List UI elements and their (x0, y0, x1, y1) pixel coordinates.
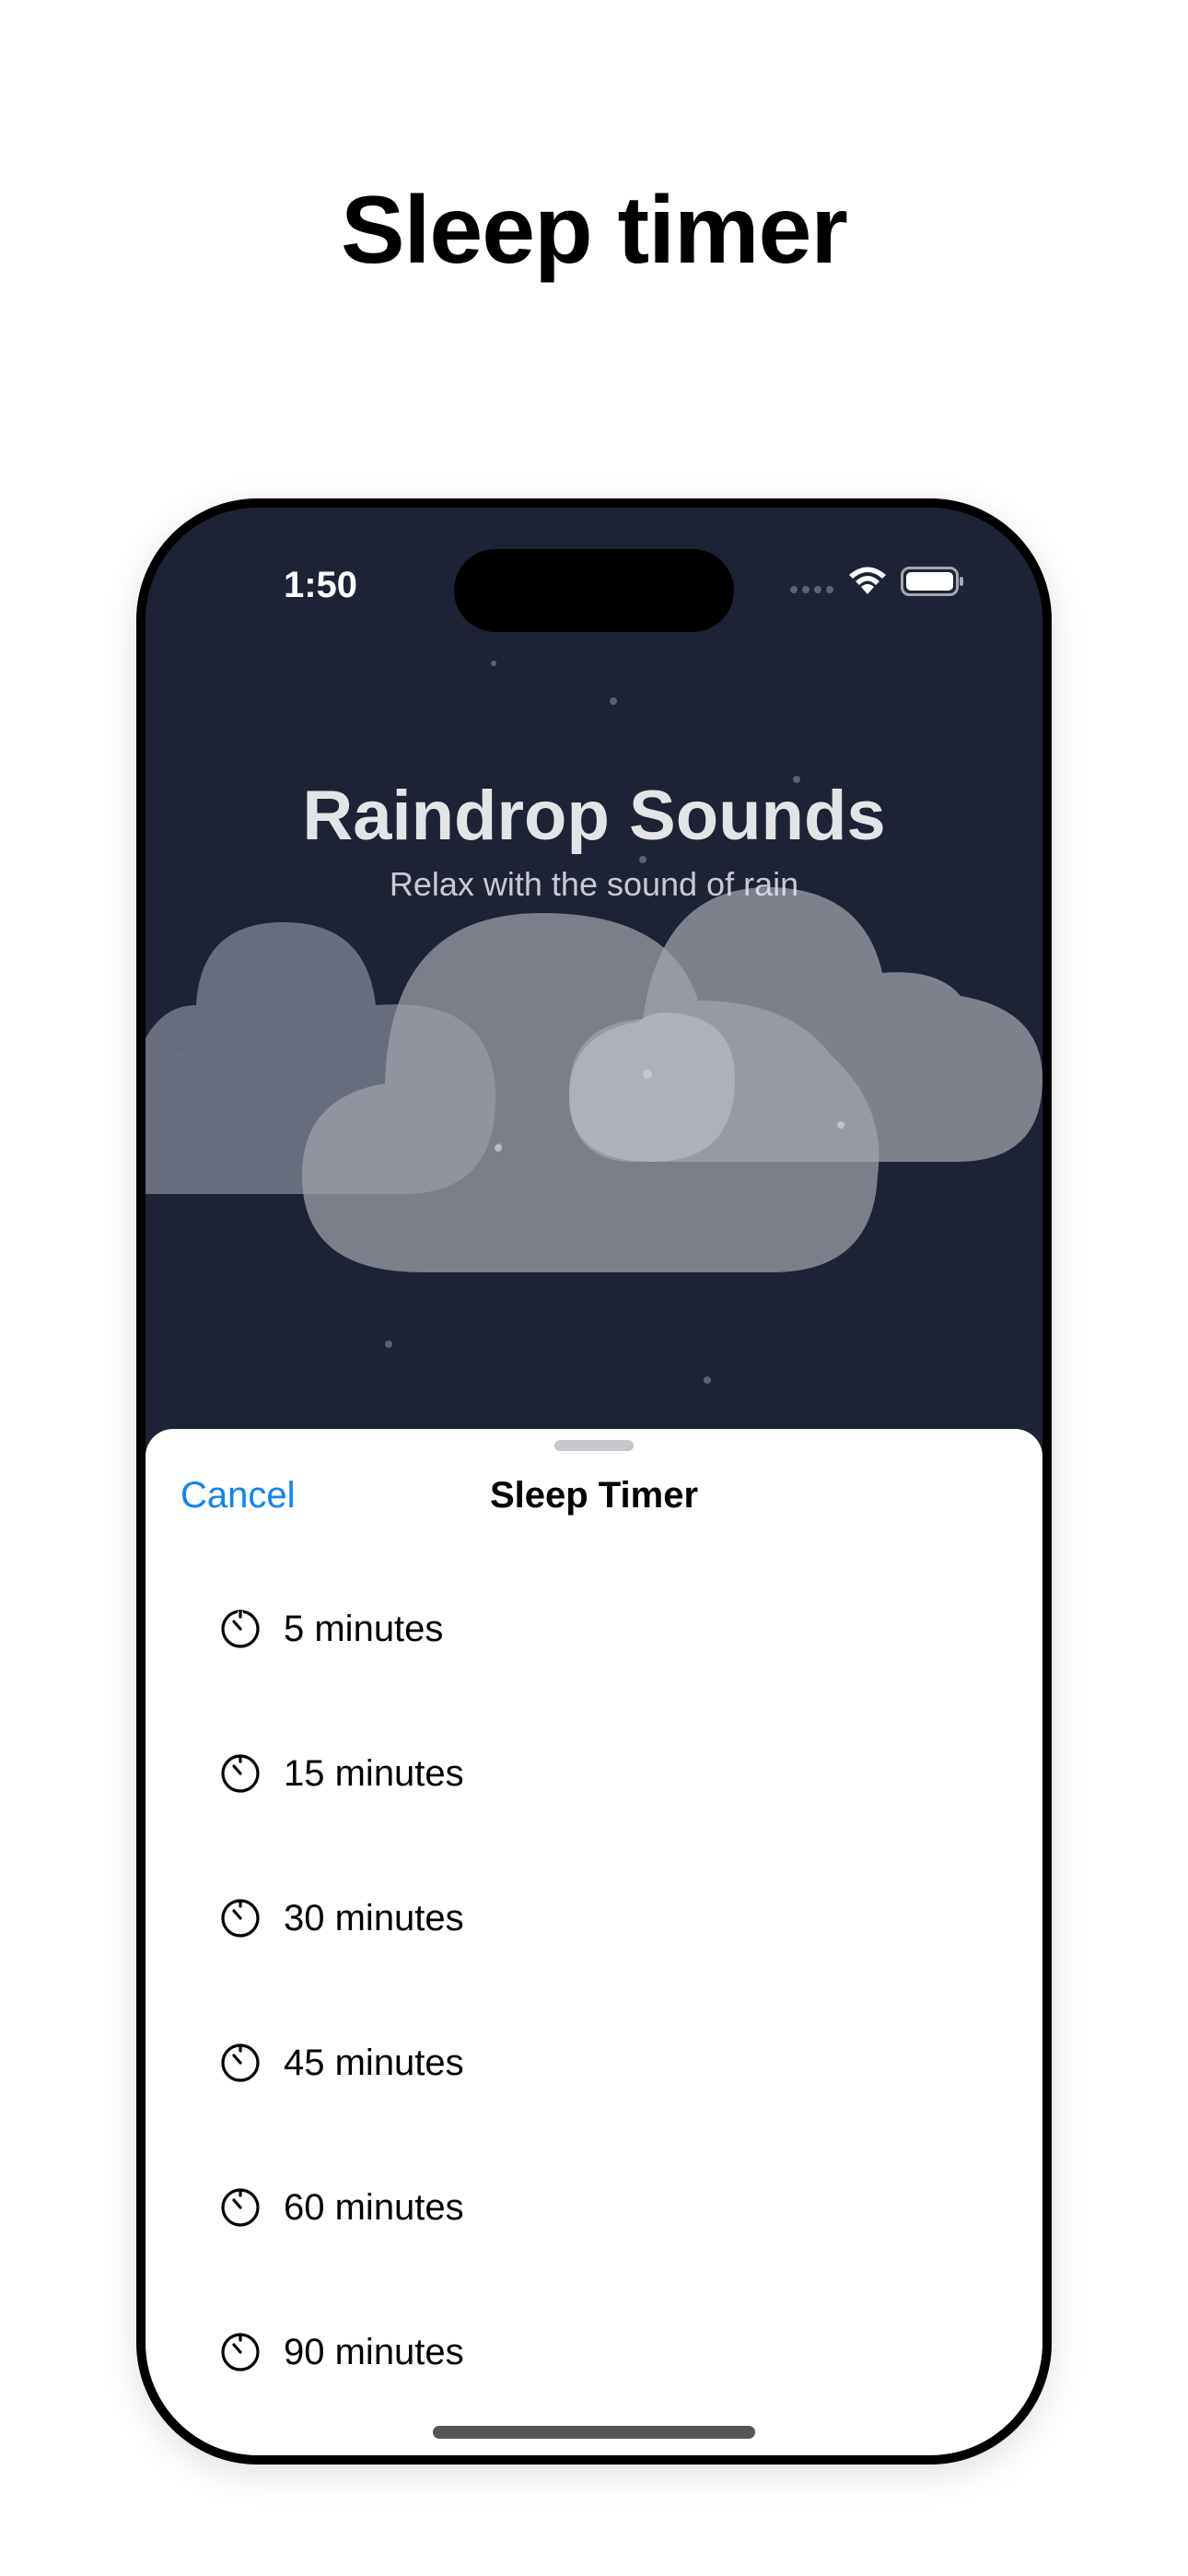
timer-icon (221, 2188, 260, 2227)
timer-option-30-minutes[interactable]: 30 minutes (146, 1893, 1042, 2038)
app-subtitle: Relax with the sound of rain (389, 865, 799, 903)
phone-screen: Raindrop Sounds Relax with the sound of … (146, 508, 1042, 2455)
timer-icon (221, 1610, 260, 1648)
timer-option-60-minutes[interactable]: 60 minutes (146, 2183, 1042, 2327)
option-label: 45 minutes (284, 2043, 464, 2083)
option-label: 60 minutes (284, 2187, 464, 2228)
timer-option-15-minutes[interactable]: 15 minutes (146, 1749, 1042, 1893)
sheet-grabber[interactable] (554, 1440, 634, 1451)
option-label: 5 minutes (284, 1609, 444, 1649)
status-bar: 1:50 (146, 508, 1042, 646)
timer-icon (221, 2333, 260, 2371)
timer-option-45-minutes[interactable]: 45 minutes (146, 2038, 1042, 2183)
sleep-timer-sheet: Cancel Sleep Timer 5 minutes 15 minutes … (146, 1429, 1042, 2455)
dynamic-island (454, 549, 734, 632)
home-indicator[interactable] (433, 2426, 755, 2439)
wifi-icon (849, 567, 886, 594)
timer-icon (221, 1754, 260, 1793)
promo-title: Sleep timer (341, 177, 848, 284)
app-title: Raindrop Sounds (302, 777, 886, 855)
rain-cloud-illustration (146, 661, 1042, 1384)
status-time: 1:50 (283, 565, 358, 605)
option-label: 15 minutes (284, 1753, 464, 1794)
timer-option-list: 5 minutes 15 minutes 30 minutes 45 minut… (146, 1604, 1042, 2455)
timer-option-5-minutes[interactable]: 5 minutes (146, 1604, 1042, 1749)
cellular-signal-icon (790, 586, 833, 593)
sheet-title: Sleep Timer (489, 1475, 699, 1516)
promo-page: Sleep timer Raindrop Sounds Relax with t… (0, 0, 1188, 2576)
option-label: 30 minutes (284, 1898, 464, 1938)
timer-icon (221, 2043, 260, 2082)
phone-frame: Raindrop Sounds Relax with the sound of … (136, 498, 1052, 2465)
option-label: 90 minutes (284, 2332, 464, 2372)
timer-icon (221, 1899, 260, 1938)
battery-icon (901, 567, 963, 596)
